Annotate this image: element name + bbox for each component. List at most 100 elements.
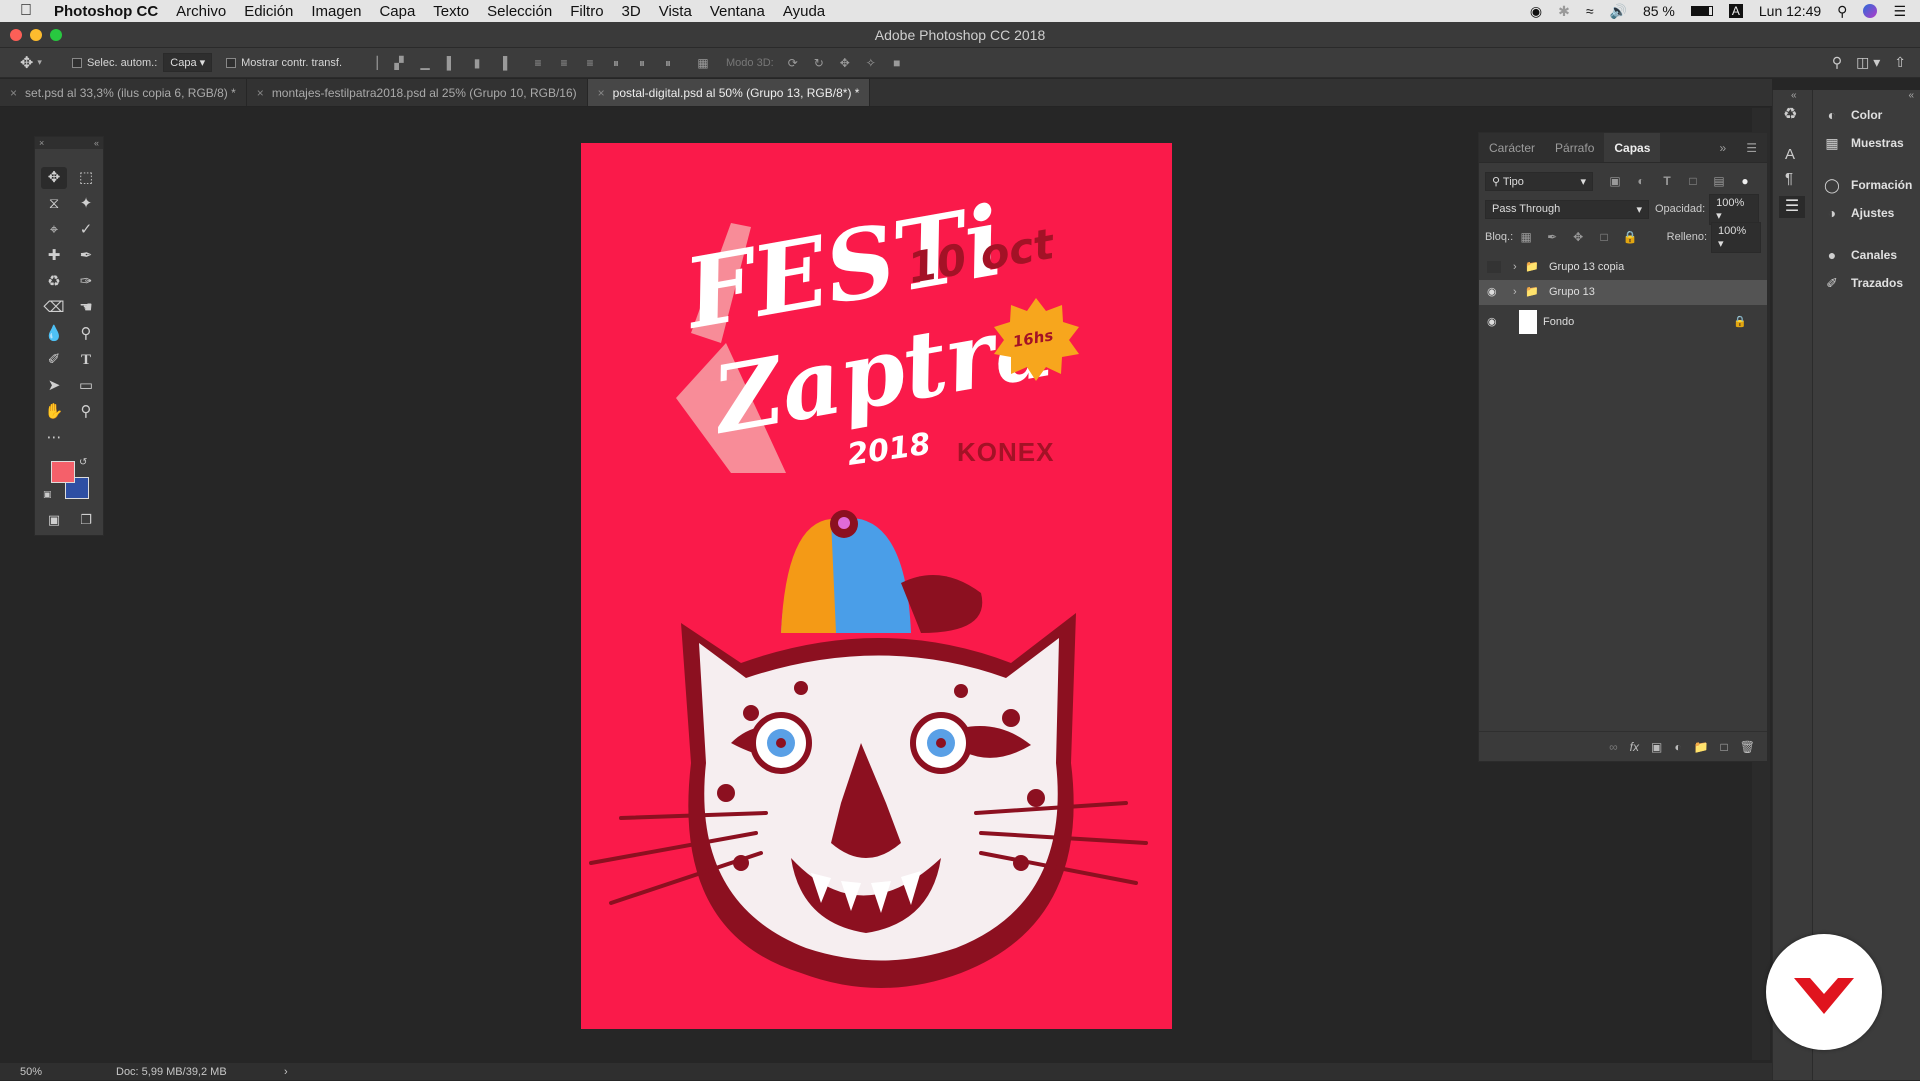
tab-caracter[interactable]: Carácter (1479, 133, 1545, 162)
canvas-document[interactable]: 2018 KONEX FESTi Zaptra 10 oct 16hs (581, 143, 1172, 1029)
chevron-down-icon[interactable]: ▾ (37, 57, 42, 68)
input-source-icon[interactable]: A (1728, 4, 1743, 18)
layer-row-grupo-13[interactable]: ◉ › 📁 Grupo 13 (1479, 280, 1767, 305)
add-mask-icon[interactable]: ▣ (1651, 740, 1662, 754)
panel-canales[interactable]: ● Canales (1823, 246, 1897, 264)
align-hcenter-icon[interactable]: ▮ (469, 56, 485, 70)
battery-icon[interactable] (1690, 6, 1713, 16)
panel-color[interactable]: ◐ Color (1823, 106, 1883, 124)
spotlight-search-icon[interactable]: ⚲ (1837, 3, 1847, 20)
lock-all-icon[interactable]: 🔒 (1622, 230, 1638, 244)
tab-capas[interactable]: Capas (1604, 133, 1661, 162)
type-tool[interactable]: T (73, 349, 99, 371)
minimize-window-button[interactable] (30, 29, 42, 41)
zoom-level[interactable]: 50% (20, 1063, 42, 1081)
search-icon[interactable]: ⚲ (1832, 54, 1842, 71)
layer-row-grupo-13-copia[interactable]: › 📁 Grupo 13 copia (1479, 255, 1767, 280)
healing-brush-tool[interactable]: ✚ (41, 245, 67, 267)
panel-trazados[interactable]: ✐ Trazados (1823, 274, 1903, 292)
layer-row-fondo[interactable]: ◉ Fondo 🔒 (1479, 307, 1767, 337)
menu-vista[interactable]: Vista (659, 3, 692, 20)
layer-style-fx-icon[interactable]: fx (1630, 740, 1639, 754)
move-tool-preset-icon[interactable]: ✥ (20, 53, 33, 73)
swap-colors-icon[interactable]: ↺ (79, 457, 87, 468)
character-panel-icon[interactable]: A (1785, 146, 1795, 163)
align-right-icon[interactable]: ▐ (495, 56, 511, 70)
strip-collapse-icon[interactable]: « (1791, 90, 1797, 101)
eye-icon[interactable]: ◉ (1487, 280, 1497, 305)
panel-menu-icon[interactable]: ☰ (1736, 133, 1767, 162)
tab-postal-digital-psd[interactable]: × postal-digital.psd al 50% (Grupo 13, RG… (587, 79, 871, 106)
filter-adjustment-icon[interactable]: ◐ (1633, 174, 1649, 188)
blend-mode-dropdown[interactable]: Pass Through ▾ (1485, 199, 1649, 219)
visibility-toggle-empty[interactable] (1487, 261, 1501, 273)
status-menu-arrow-icon[interactable]: › (284, 1063, 288, 1081)
zoom-tool[interactable]: ⚲ (73, 401, 99, 423)
fill-field[interactable]: 100% ▾ (1711, 221, 1761, 253)
distribute-hcenter-icon[interactable]: ⏸ (634, 56, 650, 70)
new-layer-icon[interactable]: □ (1721, 740, 1728, 754)
history-icon[interactable]: ♻ (1783, 104, 1797, 124)
auto-select-checkbox[interactable] (71, 57, 82, 68)
delete-layer-icon[interactable]: 🗑 (1740, 740, 1755, 754)
clock[interactable]: Lun 12:49 (1759, 3, 1821, 19)
distribute-vcenter-icon[interactable]: ≡ (556, 56, 572, 70)
close-icon[interactable]: × (598, 86, 605, 100)
slide-3d-icon[interactable]: ✧ (863, 56, 879, 70)
new-group-icon[interactable]: 📁 (1694, 740, 1709, 754)
move-tool[interactable]: ✥ (41, 167, 67, 189)
align-vcenter-icon[interactable]: ▞ (391, 56, 407, 70)
eraser-tool[interactable]: ⌫ (41, 297, 67, 319)
tab-set-psd[interactable]: × set.psd al 33,3% (ilus copia 6, RGB/8) … (0, 79, 247, 106)
auto-select-dropdown[interactable]: Capa ▾ (163, 53, 213, 72)
path-selection-tool[interactable]: ➤ (41, 375, 67, 397)
roll-3d-icon[interactable]: ↻ (811, 56, 827, 70)
bluetooth-icon[interactable]: ✱ (1558, 3, 1570, 20)
more-tools-icon[interactable]: ⋯ (41, 427, 67, 449)
filter-type-icon[interactable]: T (1659, 174, 1675, 188)
zoom-window-button[interactable] (50, 29, 62, 41)
menu-texto[interactable]: Texto (433, 3, 469, 20)
filter-smart-object-icon[interactable]: ▤ (1711, 174, 1727, 188)
menu-imagen[interactable]: Imagen (311, 3, 361, 20)
filter-toggle-icon[interactable]: ● (1737, 174, 1753, 188)
menu-capa[interactable]: Capa (379, 3, 415, 20)
layer-filter-dropdown[interactable]: ⚲ Tipo ▾ (1485, 171, 1593, 191)
foreground-color-swatch[interactable] (51, 461, 75, 483)
paint-bucket-tool[interactable]: ☚ (73, 297, 99, 319)
close-icon[interactable]: × (257, 86, 264, 100)
lock-artboard-icon[interactable]: □ (1596, 230, 1612, 244)
tab-montajes-psd[interactable]: × montajes-festilpatra2018.psd al 25% (Gr… (247, 79, 588, 106)
pen-tool[interactable]: ✐ (41, 349, 67, 371)
auto-align-icon[interactable]: ▦ (695, 56, 711, 70)
rectangle-tool[interactable]: ▭ (73, 375, 99, 397)
pan-3d-icon[interactable]: ✥ (837, 56, 853, 70)
show-transform-checkbox[interactable] (226, 57, 237, 68)
paragraph-panel-icon[interactable]: ¶ (1785, 170, 1793, 187)
crop-tool[interactable]: ⌖ (41, 219, 67, 241)
volume-icon[interactable]: 🔊 (1610, 3, 1627, 20)
eyedropper-tool[interactable]: ✓ (73, 219, 99, 241)
menu-archivo[interactable]: Archivo (176, 3, 226, 20)
battery-percent[interactable]: 85 % (1643, 3, 1675, 19)
lasso-tool[interactable]: ⧖ (41, 193, 67, 215)
menu-ventana[interactable]: Ventana (710, 3, 765, 20)
default-colors-icon[interactable]: ▣ (43, 489, 52, 500)
brush-tool[interactable]: ✒ (73, 245, 99, 267)
new-adjustment-icon[interactable]: ◐ (1674, 740, 1681, 754)
close-window-button[interactable] (10, 29, 22, 41)
menu-edicion[interactable]: Edición (244, 3, 293, 20)
opacity-field[interactable]: 100% ▾ (1709, 193, 1760, 225)
share-icon[interactable]: ⇧ (1894, 54, 1906, 71)
wifi-icon[interactable]: ≈ (1586, 3, 1594, 19)
chevron-right-icon[interactable]: › (1513, 255, 1517, 280)
camera-3d-icon[interactable]: ■ (889, 56, 905, 70)
lock-transparent-icon[interactable]: ▦ (1518, 230, 1534, 244)
doc-size[interactable]: Doc: 5,99 MB/39,2 MB (116, 1063, 227, 1081)
panel-formacion[interactable]: ◯ Formación (1823, 176, 1912, 194)
screen-mode-icon[interactable]: ❐ (73, 509, 99, 531)
tools-panel-header[interactable]: × « (35, 137, 103, 149)
hand-tool[interactable]: ✋ (41, 401, 67, 423)
filter-shape-icon[interactable]: □ (1685, 174, 1701, 188)
dodge-tool[interactable]: ⚲ (73, 323, 99, 345)
